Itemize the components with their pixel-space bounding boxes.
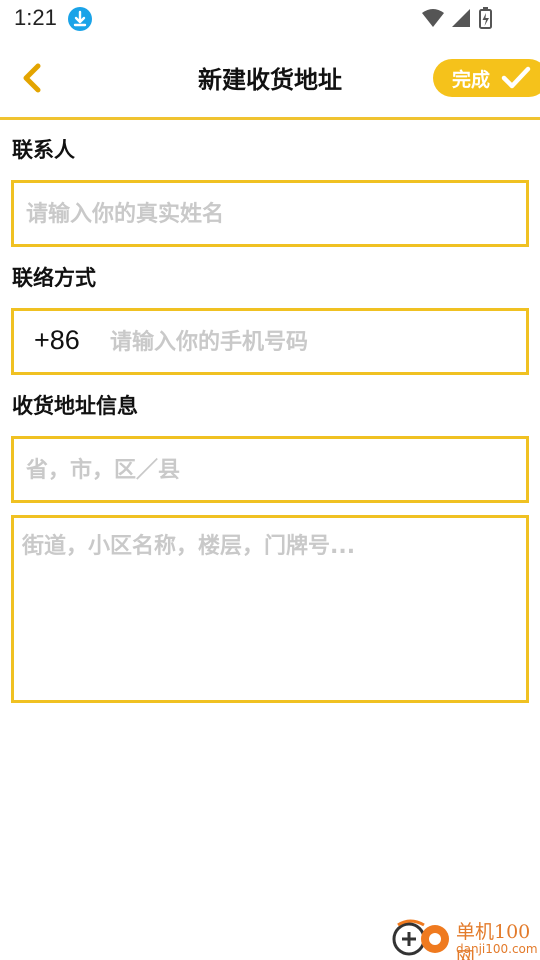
watermark: 单机100网 danji100.com <box>390 915 540 960</box>
phone-field: +86 <box>11 308 529 375</box>
address-detail-input[interactable] <box>22 528 518 688</box>
wifi-icon <box>422 9 444 27</box>
address-label: 收货地址信息 <box>12 394 138 418</box>
phone-number-input[interactable] <box>110 326 515 358</box>
region-field <box>11 436 529 503</box>
checkmark-icon <box>501 66 531 89</box>
header-divider <box>0 117 540 120</box>
done-button-label: 完成 <box>452 69 491 91</box>
watermark-domain: danji100.com <box>456 942 538 956</box>
status-bar: 1:21 <box>0 0 540 36</box>
app-header: 新建收货地址 完成 <box>0 40 540 118</box>
watermark-logo-icon <box>392 919 449 956</box>
contact-label: 联系人 <box>12 138 75 162</box>
country-code: +86 <box>34 325 80 355</box>
signal-icon <box>452 9 470 27</box>
system-status-icons <box>420 7 500 29</box>
contact-name-input[interactable] <box>26 198 516 230</box>
address-detail-field <box>11 515 529 703</box>
download-icon <box>68 7 92 31</box>
region-input[interactable] <box>26 454 516 486</box>
phone-label: 联络方式 <box>12 266 96 290</box>
contact-field <box>11 180 529 247</box>
battery-icon <box>479 7 492 29</box>
done-button[interactable]: 完成 <box>433 59 540 97</box>
status-time: 1:21 <box>14 5 57 30</box>
